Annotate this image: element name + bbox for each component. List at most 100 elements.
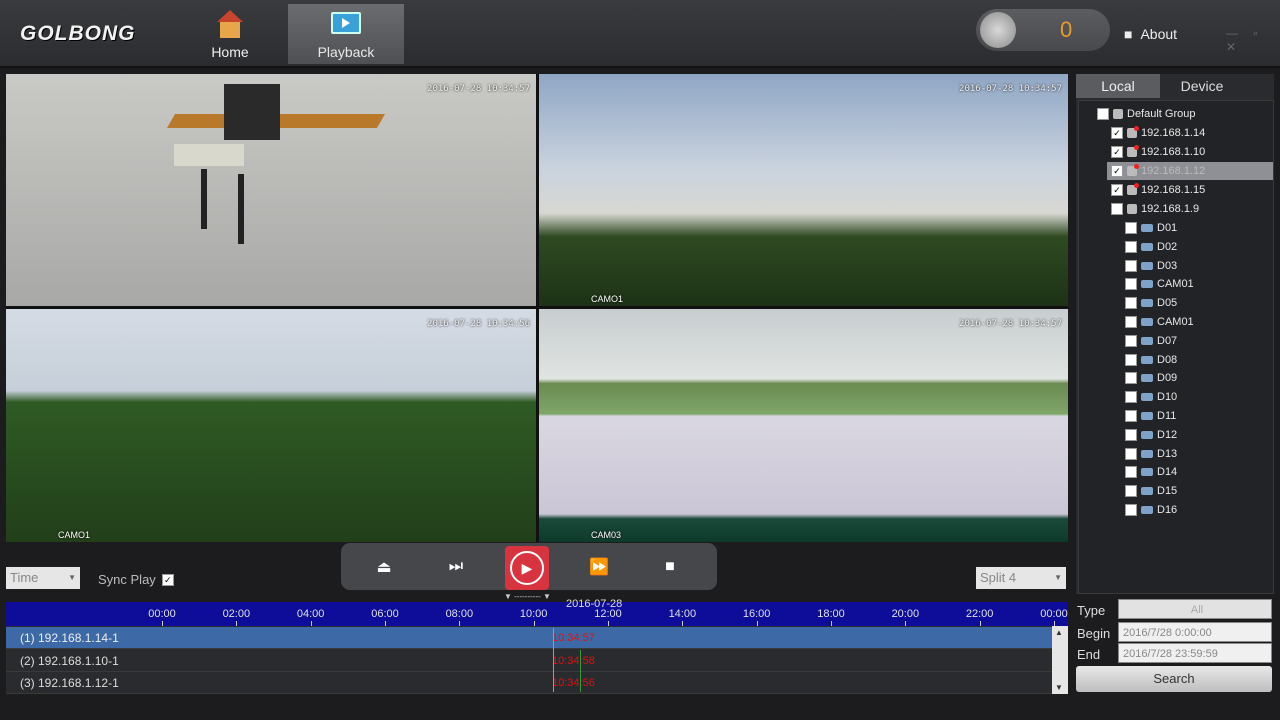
next-frame-button[interactable]: ⏭: [441, 552, 471, 582]
checkbox[interactable]: [1125, 391, 1137, 404]
tree-device[interactable]: 192.168.1.9: [1111, 200, 1199, 218]
camera-icon: [1141, 318, 1153, 326]
about-label: About: [1140, 26, 1178, 42]
type-select-value: All: [1190, 604, 1204, 616]
checkbox[interactable]: [1125, 466, 1137, 479]
checkbox[interactable]: [1125, 240, 1137, 253]
tree-device[interactable]: ✓ 192.168.1.14: [1111, 124, 1205, 142]
time-select[interactable]: Time ▼: [6, 567, 80, 589]
tree-channel[interactable]: D11: [1125, 407, 1176, 425]
split-select-value: Split 4: [980, 570, 1017, 585]
eject-button[interactable]: ⏏: [369, 552, 399, 582]
timeline-tick-label: 10:00: [519, 608, 548, 620]
about-button[interactable]: ■ About: [1124, 26, 1177, 42]
type-select[interactable]: All: [1118, 599, 1272, 619]
shirt-icon: ■: [1124, 26, 1133, 42]
end-datetime-field[interactable]: 2016/7/28 23:59:59: [1118, 643, 1272, 663]
checkbox[interactable]: ✓: [1111, 127, 1123, 139]
tree-device-selected[interactable]: ✓ 192.168.1.12: [1107, 162, 1273, 180]
checkbox[interactable]: [1125, 316, 1137, 328]
camera-view-3[interactable]: 2016-07-28 10:34:56 CAMO1: [6, 309, 536, 542]
tree-channel[interactable]: D15: [1125, 482, 1177, 500]
play-button[interactable]: ▶: [505, 546, 549, 590]
camera-view-2[interactable]: 2016-07-28 10:34:57 CAMO1: [539, 74, 1068, 306]
tree-group[interactable]: Default Group: [1097, 105, 1195, 123]
timeline-tick-mark: [236, 621, 238, 626]
checkbox[interactable]: [1125, 504, 1137, 516]
playback-cursor[interactable]: [553, 628, 554, 692]
search-button[interactable]: Search: [1076, 666, 1272, 692]
tree-device[interactable]: ✓ 192.168.1.15: [1111, 181, 1205, 199]
checkbox[interactable]: [1125, 447, 1137, 460]
checkbox[interactable]: [1097, 108, 1109, 120]
tree-channel[interactable]: D03: [1125, 257, 1177, 275]
checkbox[interactable]: [1125, 372, 1137, 385]
nav-home-label: Home: [211, 44, 249, 60]
app-logo: GOLBONG: [20, 22, 136, 45]
scroll-down-icon[interactable]: ▼: [1055, 683, 1063, 692]
checkbox[interactable]: [1125, 222, 1137, 234]
window-controls[interactable]: — ▫ ✕: [1226, 26, 1280, 54]
checkbox[interactable]: [1125, 259, 1137, 272]
checkbox[interactable]: ✓: [1111, 146, 1123, 158]
checkbox[interactable]: [1125, 428, 1137, 441]
tree-channel[interactable]: CAM01: [1125, 275, 1194, 293]
camera-icon: [1141, 280, 1153, 289]
chevron-down-icon: ▼: [68, 573, 76, 582]
timeline-tick-label: 02:00: [222, 608, 251, 620]
tree-channel[interactable]: D05: [1125, 294, 1177, 312]
timeline-row[interactable]: (1) 192.168.1.14-1 10:34:57: [6, 627, 1052, 649]
checkbox[interactable]: [1125, 353, 1137, 366]
timeline-tick-mark: [162, 621, 163, 626]
stop-button[interactable]: ■: [655, 552, 685, 582]
tree-channel[interactable]: D10: [1125, 388, 1177, 406]
fast-forward-button[interactable]: ⏩: [584, 552, 614, 582]
playback-cursor[interactable]: [580, 650, 581, 692]
sync-play-toggle[interactable]: Sync Play ✓: [98, 572, 174, 587]
channel-label: D16: [1157, 504, 1178, 516]
tree-channel[interactable]: D01: [1125, 219, 1177, 237]
checkbox[interactable]: ✓: [1111, 184, 1123, 196]
tree-channel[interactable]: D07: [1125, 332, 1177, 350]
tree-channel[interactable]: D16: [1125, 501, 1177, 519]
end-value: 2016/7/28 23:59:59: [1123, 648, 1218, 660]
tree-channel[interactable]: D13: [1125, 445, 1177, 463]
timeline-scrollbar[interactable]: ▲ ▼: [1052, 626, 1068, 694]
timeline-tick-label: 20:00: [891, 608, 920, 620]
tree-channel[interactable]: D12: [1125, 426, 1177, 444]
zoom-marker[interactable]: ▼ ---------- ▼: [504, 592, 551, 601]
channel-label: CAM01: [1157, 316, 1194, 328]
tab-local[interactable]: Local: [1076, 74, 1160, 98]
timeline-scale[interactable]: 00:00 02:00 04:00 06:00 08:00 10:00 12:00 14:00…: [6, 602, 1068, 626]
checkbox[interactable]: [1125, 278, 1137, 291]
timeline-row[interactable]: (2) 192.168.1.10-1 10:34:58: [6, 650, 1052, 672]
begin-datetime-field[interactable]: 2016/7/28 0:00:00: [1118, 622, 1272, 642]
tree-channel[interactable]: D02: [1125, 238, 1177, 256]
tree-device[interactable]: ✓ 192.168.1.10: [1111, 143, 1205, 161]
camera-name: CAMO1: [591, 294, 624, 304]
checkbox[interactable]: [1111, 203, 1123, 215]
camera-icon: [1141, 506, 1153, 514]
camera-view-1[interactable]: 2016-07-28 10:34:57: [6, 74, 536, 306]
sync-play-checkbox[interactable]: ✓: [161, 573, 174, 586]
split-select[interactable]: Split 4 ▼: [976, 567, 1066, 589]
checkbox[interactable]: [1125, 297, 1137, 310]
camera-view-4[interactable]: 2016-07-28 10:34:57 CAM03: [539, 309, 1068, 542]
scroll-up-icon[interactable]: ▲: [1055, 628, 1063, 637]
timeline-row[interactable]: (3) 192.168.1.12-1 10:34:56: [6, 672, 1052, 694]
timeline-row-time: 10:34:58: [552, 655, 595, 667]
tree-channel[interactable]: D14: [1125, 463, 1177, 481]
alarm-indicator[interactable]: 0: [976, 9, 1110, 51]
tree-channel[interactable]: D09: [1125, 369, 1177, 387]
dvr-icon: [1127, 164, 1139, 176]
checkbox[interactable]: [1125, 410, 1137, 422]
tab-device[interactable]: Device: [1160, 74, 1244, 98]
checkbox[interactable]: [1125, 485, 1137, 498]
nav-playback-button[interactable]: Playback: [288, 4, 404, 64]
tree-channel[interactable]: CAM01: [1125, 313, 1194, 331]
tree-channel[interactable]: D08: [1125, 351, 1177, 369]
checkbox[interactable]: [1125, 334, 1137, 347]
checkbox[interactable]: ✓: [1111, 165, 1123, 177]
nav-home-button[interactable]: Home: [172, 4, 288, 64]
timeline-tick-mark: [905, 621, 907, 626]
